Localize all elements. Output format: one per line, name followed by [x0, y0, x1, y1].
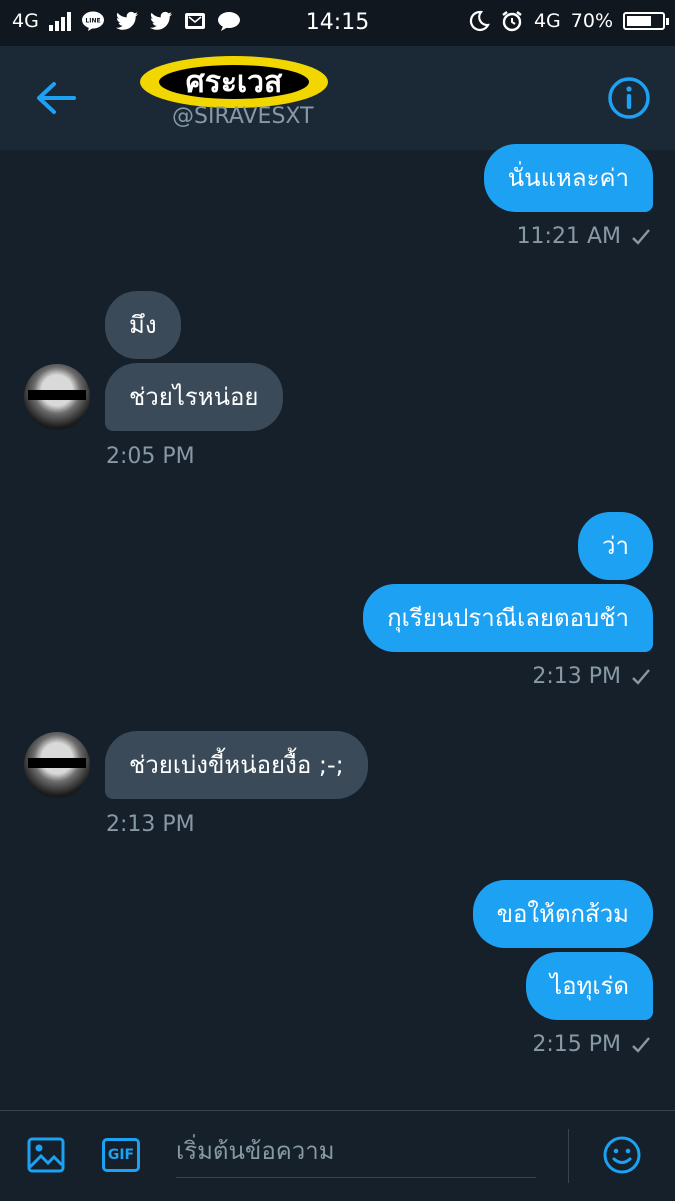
- avatar-censor-bar: [28, 390, 86, 400]
- avatar-censor-bar: [28, 758, 86, 768]
- contact-name: ศระเวส: [159, 65, 309, 100]
- back-arrow-icon[interactable]: [34, 80, 78, 116]
- contact-avatar[interactable]: [24, 364, 90, 430]
- timestamp-text: 2:05 PM: [106, 444, 195, 469]
- network-type-right: 4G: [533, 10, 561, 32]
- sent-check-icon: [632, 668, 650, 685]
- incoming-message[interactable]: ช่วยไรหน่อย: [105, 363, 283, 431]
- message-timestamp: 11:21 AM: [517, 224, 651, 249]
- message-timestamp: 2:13 PM: [106, 812, 195, 837]
- timestamp-text: 2:13 PM: [106, 812, 195, 837]
- timestamp-text: 11:21 AM: [516, 224, 621, 249]
- emoji-icon[interactable]: [602, 1135, 642, 1175]
- outgoing-message[interactable]: ว่า: [578, 512, 653, 580]
- sent-check-icon: [632, 1036, 650, 1053]
- message-timestamp: 2:05 PM: [106, 444, 195, 469]
- info-icon[interactable]: [607, 76, 651, 120]
- incoming-message[interactable]: มึง: [105, 291, 181, 359]
- contact-handle: @SIRAVESXT: [172, 104, 314, 129]
- outgoing-message[interactable]: กุเรียนปราณีเลยตอบช้า: [363, 584, 653, 652]
- battery-fill: [627, 16, 651, 26]
- battery-percent: 70%: [570, 10, 613, 32]
- timestamp-text: 2:13 PM: [532, 664, 621, 689]
- alarm-icon: [502, 11, 522, 32]
- name-highlight[interactable]: ศระเวส: [140, 56, 328, 108]
- moon-icon: [469, 10, 490, 32]
- contact-avatar[interactable]: [24, 732, 90, 798]
- outgoing-message[interactable]: นั่นแหละค่า: [483, 144, 653, 212]
- message-timestamp: 2:15 PM: [532, 1032, 651, 1057]
- composer-divider: [568, 1129, 569, 1183]
- outgoing-message[interactable]: ไอทุเร่ด: [526, 952, 653, 1020]
- outgoing-message[interactable]: ขอให้ตกส้วม: [472, 880, 653, 948]
- image-icon[interactable]: [26, 1135, 66, 1175]
- message-timestamp: 2:13 PM: [532, 664, 651, 689]
- gif-button[interactable]: GIF: [102, 1138, 140, 1172]
- battery-icon: [623, 12, 669, 30]
- message-composer: GIF: [0, 1110, 675, 1201]
- incoming-message[interactable]: ช่วยเบ่งขี้หน่อยงื้อ ;-;: [105, 731, 368, 799]
- status-bar: 4G LINE 14:15 4G 70%: [0, 0, 675, 46]
- conversation-header: ศระเวส @SIRAVESXT: [0, 46, 675, 150]
- sent-check-icon: [632, 228, 650, 245]
- timestamp-text: 2:15 PM: [532, 1032, 621, 1057]
- message-input[interactable]: [176, 1125, 536, 1178]
